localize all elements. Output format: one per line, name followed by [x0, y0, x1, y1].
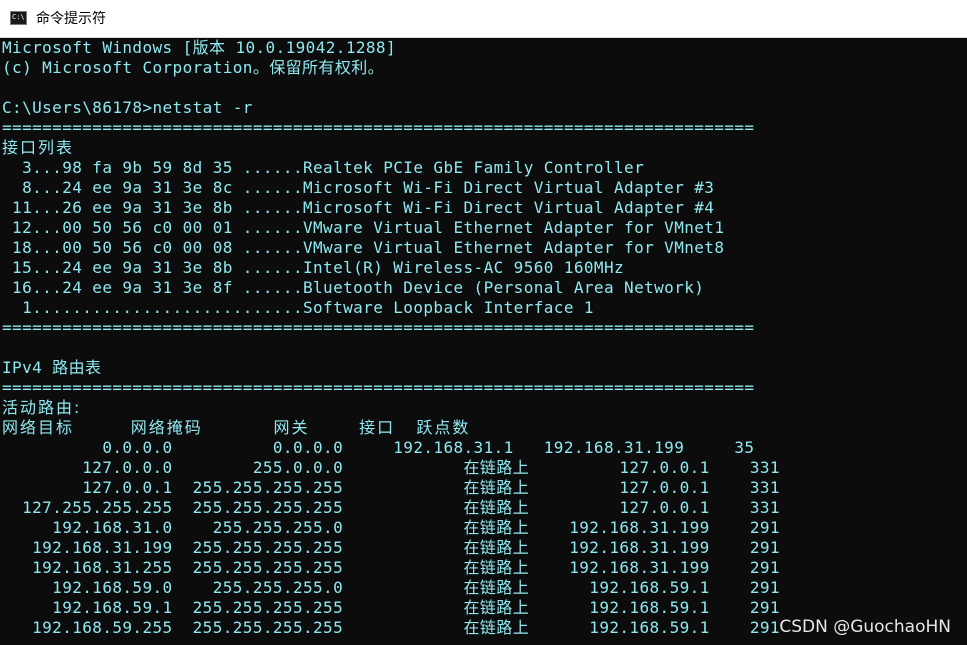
console-line: 0.0.0.0 0.0.0.0 192.168.31.1 192.168.31.…	[2, 438, 755, 457]
console-line: 16...24 ee 9a 31 3e 8f ......Bluetooth D…	[2, 278, 705, 297]
console-line: 192.168.59.1 255.255.255.255 在链路上 192.16…	[2, 598, 780, 617]
console-line: 192.168.31.255 255.255.255.255 在链路上 192.…	[2, 558, 780, 577]
console-line: 192.168.59.0 255.255.255.0 在链路上 192.168.…	[2, 578, 780, 597]
console-line: 8...24 ee 9a 31 3e 8c ......Microsoft Wi…	[2, 178, 715, 197]
console-line: C:\Users\86178>netstat -r	[2, 98, 253, 117]
console-line: ========================================…	[2, 318, 755, 337]
console-line: Microsoft Windows [版本 10.0.19042.1288]	[2, 38, 396, 57]
console-output[interactable]: Microsoft Windows [版本 10.0.19042.1288] (…	[2, 38, 967, 645]
console-line: 192.168.59.255 255.255.255.255 在链路上 192.…	[2, 618, 780, 637]
console-app-icon	[10, 11, 27, 25]
console-line: 192.168.31.199 255.255.255.255 在链路上 192.…	[2, 538, 780, 557]
console-line: 11...26 ee 9a 31 3e 8b ......Microsoft W…	[2, 198, 715, 217]
title-bar[interactable]: 命令提示符	[0, 0, 967, 38]
console-line: 15...24 ee 9a 31 3e 8b ......Intel(R) Wi…	[2, 258, 625, 277]
console-line: 3...98 fa 9b 59 8d 35 ......Realtek PCIe…	[2, 158, 645, 177]
console-line: 18...00 50 56 c0 00 08 ......VMware Virt…	[2, 238, 725, 257]
window-title: 命令提示符	[36, 11, 106, 27]
console-line: 12...00 50 56 c0 00 01 ......VMware Virt…	[2, 218, 725, 237]
console-line: 接口列表	[2, 138, 75, 157]
console-line: 127.0.0.1 255.255.255.255 在链路上 127.0.0.1…	[2, 478, 780, 497]
console-line: ========================================…	[2, 378, 755, 397]
console-line: 192.168.31.0 255.255.255.0 在链路上 192.168.…	[2, 518, 780, 537]
console-line: 1...........................Software Loo…	[2, 298, 594, 317]
console-line: 网络目标 网络掩码 网关 接口 跃点数	[2, 418, 471, 437]
console-line: 活动路由:	[2, 398, 82, 417]
console-line: IPv4 路由表	[2, 358, 102, 377]
console-line: (c) Microsoft Corporation。保留所有权利。	[2, 58, 385, 77]
csdn-watermark: CSDN @GuochaoHN	[779, 617, 951, 637]
console-line: 127.255.255.255 255.255.255.255 在链路上 127…	[2, 498, 780, 517]
console-line: ========================================…	[2, 118, 755, 137]
console-line: 127.0.0.0 255.0.0.0 在链路上 127.0.0.1 331	[2, 458, 780, 477]
command-prompt-window: 命令提示符 Microsoft Windows [版本 10.0.19042.1…	[0, 0, 967, 645]
